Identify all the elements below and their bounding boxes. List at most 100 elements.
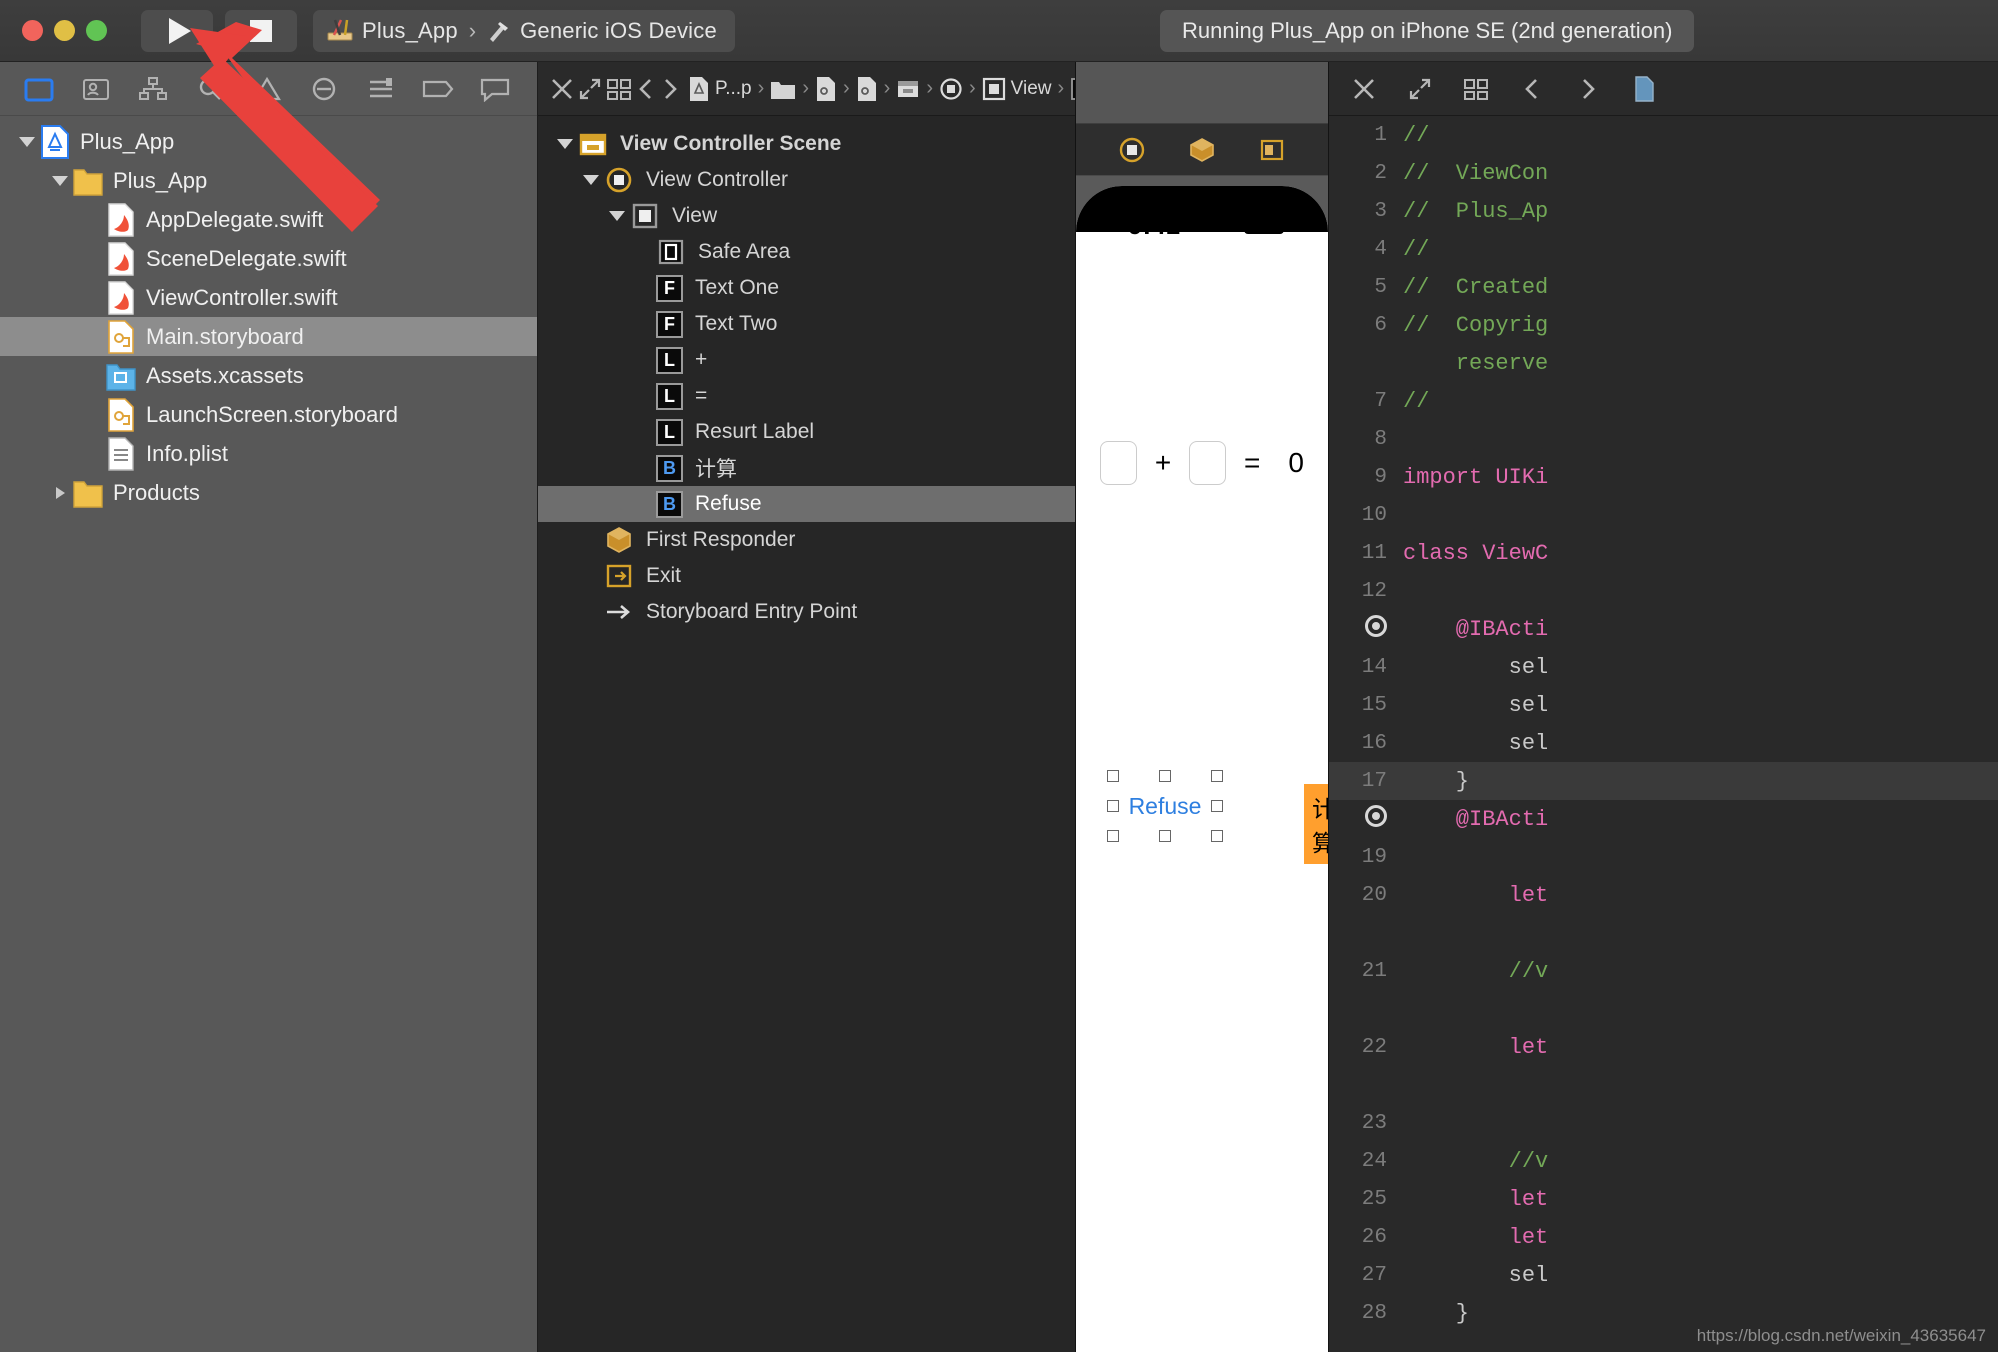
back-chevron-icon[interactable] [636, 69, 656, 109]
code-line[interactable]: 20 let [1329, 876, 1998, 914]
code-line[interactable]: 1 // [1329, 116, 1998, 154]
code-line[interactable]: 15 sel [1329, 686, 1998, 724]
chevron-down-icon[interactable] [14, 136, 40, 147]
navigator-item-main-storyboard[interactable]: Main.storyboard [0, 317, 537, 356]
code-line[interactable]: 27 sel [1329, 1256, 1998, 1294]
code-line[interactable]: 24 //v [1329, 1142, 1998, 1180]
resize-handle-mr[interactable] [1211, 800, 1223, 812]
code-line[interactable]: reserve [1329, 344, 1998, 382]
navigator-item-assets-xcassets[interactable]: Assets.xcassets [0, 356, 537, 395]
jump-bar-item-1[interactable] [770, 78, 796, 100]
code-line[interactable]: 5 // Created [1329, 268, 1998, 306]
navigator-item-info-plist[interactable]: Info.plist [0, 434, 537, 473]
text-two-field[interactable] [1189, 441, 1227, 485]
resize-handle-tl[interactable] [1107, 770, 1119, 782]
code-line[interactable]: 8 [1329, 420, 1998, 458]
outline-item-view[interactable]: View [538, 198, 1075, 234]
chevron-down-icon[interactable] [47, 175, 73, 186]
code-line[interactable]: 17 } [1329, 762, 1998, 800]
code-line[interactable]: 12 [1329, 572, 1998, 610]
folder-navigator-icon[interactable] [10, 69, 67, 109]
chevron-down-icon[interactable] [604, 211, 630, 221]
jump-bar-item-4[interactable] [896, 77, 920, 101]
zoom-window-button[interactable] [86, 20, 107, 41]
source-control-navigator-icon[interactable] [67, 69, 124, 109]
text-one-field[interactable] [1100, 441, 1137, 485]
code-line[interactable]: 19 [1329, 838, 1998, 876]
minimap-icon[interactable] [1453, 69, 1499, 109]
resize-handle-tc[interactable] [1159, 770, 1171, 782]
code-line[interactable] [1329, 914, 1998, 952]
action-connection-icon[interactable] [1329, 614, 1403, 644]
issue-navigator-icon[interactable] [238, 69, 295, 109]
code-line[interactable]: 21 //v [1329, 952, 1998, 990]
source-code-text[interactable]: 1 // 2 // ViewCon 3 // Plus_Ap 4 // 5 // Created 6… [1329, 116, 1998, 1352]
close-window-button[interactable] [22, 20, 43, 41]
outline-item-resurt-label[interactable]: L Resurt Label [538, 414, 1075, 450]
scheme-selector[interactable]: Plus_App › Generic iOS Device [313, 9, 735, 52]
resize-handle-tr[interactable] [1211, 770, 1223, 782]
chevron-down-icon[interactable] [552, 139, 578, 149]
align-icon[interactable] [1255, 133, 1289, 167]
outline-item-view-controller[interactable]: View Controller [538, 162, 1075, 198]
jump-bar-path[interactable]: P...p››››››View›BRefuse [688, 76, 1075, 102]
expand-editor-icon[interactable] [1397, 69, 1443, 109]
code-line[interactable]: 23 [1329, 1104, 1998, 1142]
code-line[interactable]: @IBActi [1329, 800, 1998, 838]
jump-bar-item-7[interactable]: BRefuse [1070, 77, 1075, 101]
code-line[interactable] [1329, 990, 1998, 1028]
navigator-item-plus-app[interactable]: Plus_App [0, 122, 537, 161]
code-line[interactable]: @IBActi [1329, 610, 1998, 648]
resize-handle-ml[interactable] [1107, 800, 1119, 812]
breakpoint-navigator-icon[interactable] [409, 69, 466, 109]
symbol-navigator-icon[interactable] [124, 69, 181, 109]
find-navigator-icon[interactable] [181, 69, 238, 109]
code-line[interactable]: 22 let [1329, 1028, 1998, 1066]
report-navigator-icon[interactable] [466, 69, 523, 109]
outline-item-text-one[interactable]: F Text One [538, 270, 1075, 306]
code-line[interactable]: 10 [1329, 496, 1998, 534]
jump-bar-item-6[interactable]: View [982, 77, 1052, 101]
close-editor-icon[interactable] [1341, 69, 1387, 109]
outline-item-storyboard-entry-point[interactable]: Storyboard Entry Point [538, 594, 1075, 630]
action-connection-icon[interactable] [1329, 804, 1403, 834]
close-editor-icon[interactable] [550, 69, 574, 109]
project-navigator-tree[interactable]: Plus_App Plus_App AppDelegate.swift SceneDe… [0, 116, 537, 1352]
resize-handle-bc[interactable] [1159, 830, 1171, 842]
stop-button[interactable] [225, 9, 297, 52]
outline-item--[interactable]: L = [538, 378, 1075, 414]
code-line[interactable]: 25 let [1329, 1180, 1998, 1218]
jump-bar-item-3[interactable] [856, 76, 878, 102]
resize-handle-br[interactable] [1211, 830, 1223, 842]
resize-handle-bl[interactable] [1107, 830, 1119, 842]
code-line[interactable]: 3 // Plus_Ap [1329, 192, 1998, 230]
code-line[interactable]: 16 sel [1329, 724, 1998, 762]
code-line[interactable]: 4 // [1329, 230, 1998, 268]
view-as-icon[interactable] [1115, 133, 1149, 167]
canvas-scroll-area[interactable]: 9:41 + = 0 Refuse 计算 [1076, 176, 1328, 1352]
code-line[interactable]: 26 let [1329, 1218, 1998, 1256]
minimap-icon[interactable] [606, 69, 632, 109]
file-icon[interactable] [1621, 69, 1667, 109]
code-line[interactable]: 14 sel [1329, 648, 1998, 686]
debug-navigator-icon[interactable] [352, 69, 409, 109]
outline-item-text-two[interactable]: F Text Two [538, 306, 1075, 342]
calc-button-canvas[interactable]: 计算 [1304, 784, 1328, 864]
code-line[interactable]: 9 import UIKi [1329, 458, 1998, 496]
navigator-item-appdelegate-swift[interactable]: AppDelegate.swift [0, 200, 537, 239]
outline-item-safe-area[interactable]: Safe Area [538, 234, 1075, 270]
test-navigator-icon[interactable] [295, 69, 352, 109]
run-button[interactable] [141, 9, 213, 52]
outline-item--[interactable]: B 计算 [538, 450, 1075, 486]
outline-item-refuse[interactable]: B Refuse [538, 486, 1075, 522]
back-chevron-icon[interactable] [1509, 69, 1555, 109]
jump-bar-item-0[interactable]: P...p [688, 76, 752, 102]
chevron-down-icon[interactable] [578, 175, 604, 185]
outline-item-first-responder[interactable]: First Responder [538, 522, 1075, 558]
forward-chevron-icon[interactable] [660, 69, 680, 109]
forward-chevron-icon[interactable] [1565, 69, 1611, 109]
code-line[interactable]: 11 class ViewC [1329, 534, 1998, 572]
outline-item-view-controller-scene[interactable]: View Controller Scene [538, 126, 1075, 162]
code-line[interactable]: 2 // ViewCon [1329, 154, 1998, 192]
code-line[interactable]: 7 // [1329, 382, 1998, 420]
